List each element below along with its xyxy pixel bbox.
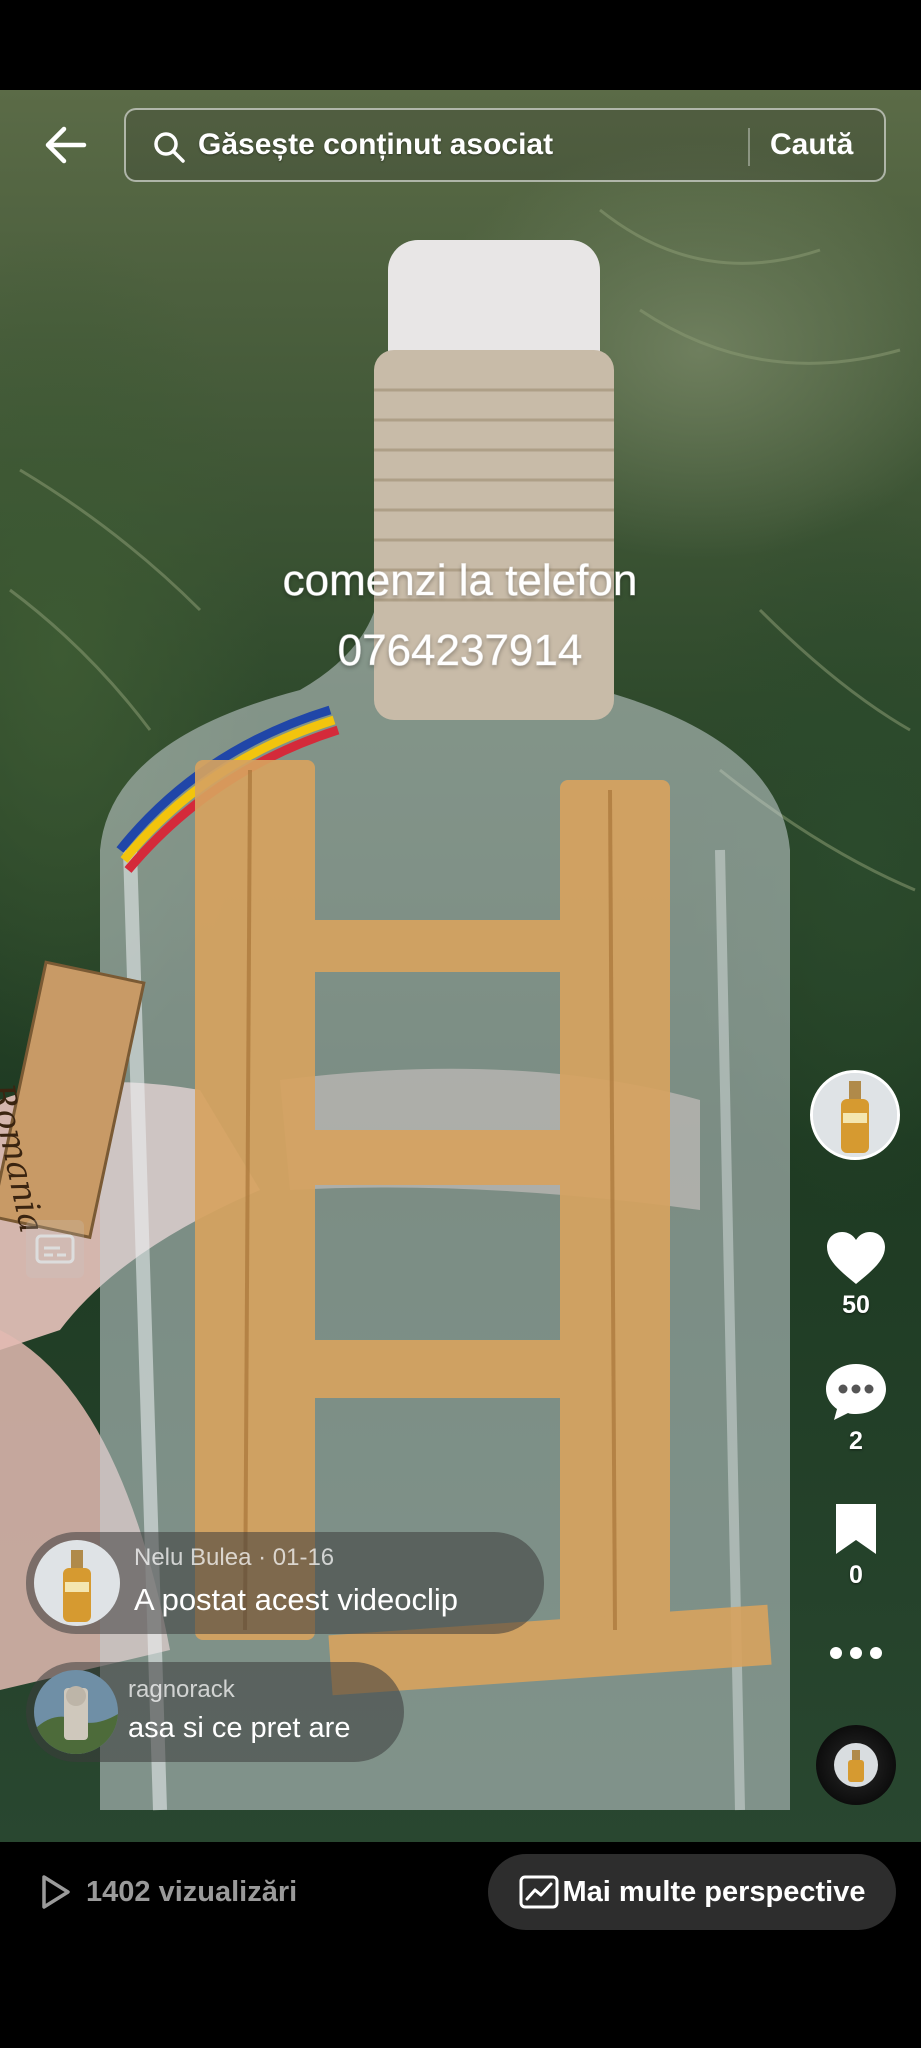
save-button[interactable]: 0 xyxy=(800,1502,912,1590)
comment-avatar xyxy=(34,1540,120,1626)
more-insights-button[interactable]: Mai multe perspective xyxy=(488,1854,896,1930)
video-overlay-line-2: 0764237914 xyxy=(337,626,583,676)
like-button[interactable]: 50 xyxy=(800,1230,912,1320)
more-options-button[interactable] xyxy=(828,1645,884,1666)
captions-icon xyxy=(35,1234,75,1264)
comment-count: 2 xyxy=(849,1427,863,1455)
more-icon xyxy=(830,1647,882,1659)
back-button[interactable] xyxy=(30,118,102,172)
comment-author: ragnorack xyxy=(128,1676,235,1703)
search-input[interactable]: Găsește conținut asociat Caută xyxy=(124,108,886,182)
views-count: 1402 vizualizări xyxy=(86,1875,298,1908)
search-button[interactable]: Caută xyxy=(770,128,853,162)
comment-button[interactable]: 2 xyxy=(800,1362,912,1456)
comment-separator: · xyxy=(251,1544,273,1571)
creator-avatar[interactable] xyxy=(810,1070,900,1160)
views-indicator: 1402 vizualizări xyxy=(40,1874,297,1910)
comment-meta: Nelu Bulea · 01-16 xyxy=(134,1544,334,1572)
play-icon xyxy=(42,1875,70,1909)
avatar-image xyxy=(34,1540,120,1626)
bookmark-icon xyxy=(836,1504,876,1554)
search-placeholder: Găsește conținut asociat xyxy=(198,128,554,161)
video-overlay-line-1: comenzi la telefon xyxy=(282,556,638,606)
back-arrow-icon xyxy=(45,126,87,164)
comment-bubble-author[interactable]: Nelu Bulea · 01-16 A postat acest videoc… xyxy=(26,1532,544,1634)
heart-icon xyxy=(827,1232,885,1284)
comment-text: asa si ce pret are xyxy=(128,1712,351,1744)
more-insights-label: Mai multe perspective xyxy=(562,1875,866,1908)
top-search-bar: Găsește conținut asociat Caută xyxy=(0,100,921,190)
captions-button[interactable] xyxy=(26,1220,84,1278)
comment-avatar xyxy=(34,1670,118,1754)
comment-date: 01-16 xyxy=(272,1544,335,1571)
search-divider xyxy=(748,128,750,166)
comment-bubble[interactable]: ragnorack asa si ce pret are xyxy=(26,1662,404,1762)
bottom-bar: 1402 vizualizări Mai multe perspective xyxy=(0,1842,921,1942)
avatar-image xyxy=(34,1670,118,1754)
sound-disc-button[interactable] xyxy=(816,1725,896,1805)
search-icon xyxy=(154,132,185,163)
comment-text: A postat acest videoclip xyxy=(134,1582,458,1617)
sound-cover-icon xyxy=(834,1743,878,1787)
comment-author: Nelu Bulea xyxy=(134,1544,252,1571)
save-count: 0 xyxy=(849,1561,863,1589)
insights-chart-icon xyxy=(519,1875,558,1909)
like-count: 50 xyxy=(842,1291,870,1319)
avatar-image xyxy=(813,1073,897,1157)
comment-icon xyxy=(826,1364,886,1420)
